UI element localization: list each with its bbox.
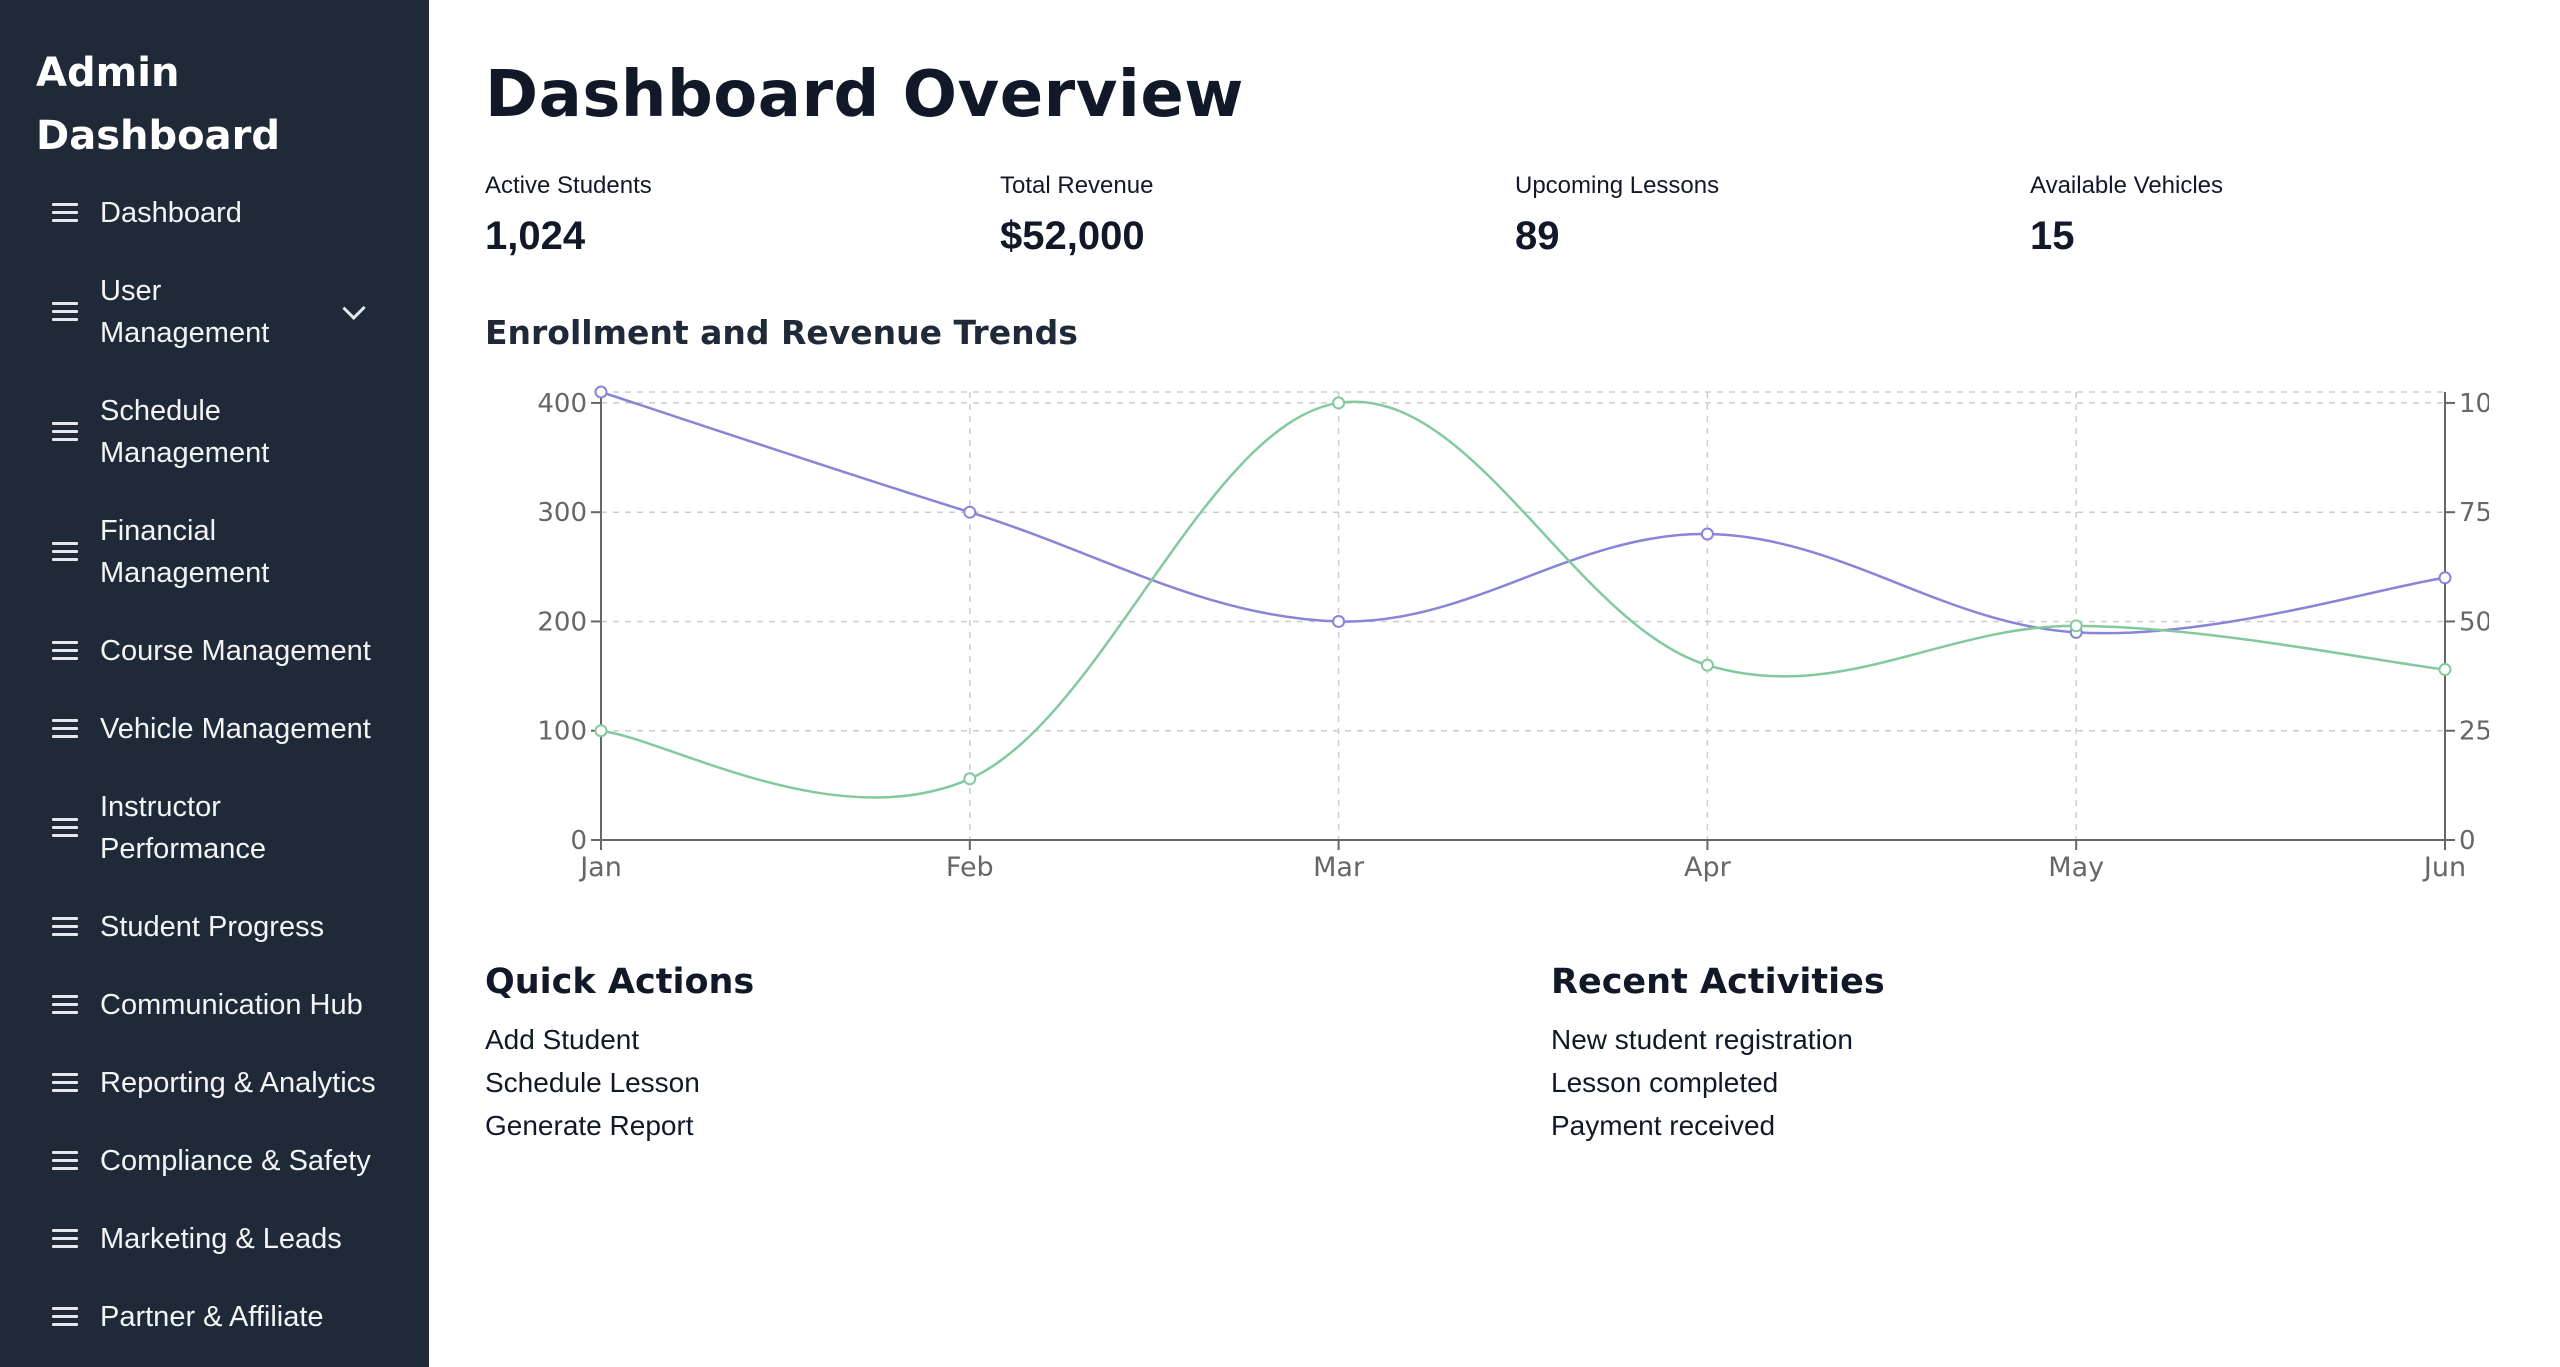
quick-actions-title: Quick Actions xyxy=(485,962,755,1002)
data-point xyxy=(2069,619,2083,633)
sidebar-item-label: Student Progress xyxy=(100,911,325,943)
sidebar-item-partner-affiliate[interactable]: Partner & Affiliate xyxy=(52,1296,392,1338)
x-tick-label: Jan xyxy=(578,852,622,883)
stat-value: $52,000 xyxy=(1000,214,1145,258)
stat-label: Active Students xyxy=(485,172,652,199)
sidebar-item-label: Vehicle Management xyxy=(100,713,371,745)
menu-icon xyxy=(52,421,78,443)
quick-action-schedule-lesson[interactable]: Schedule Lesson xyxy=(485,1061,1551,1104)
menu-icon xyxy=(52,640,78,662)
y-right-tick-label: 2500 xyxy=(2459,717,2489,747)
stat-card: Total Revenue $52,000 xyxy=(1000,172,1515,259)
sidebar-item-label: Schedule Management xyxy=(100,395,270,469)
sidebar-item-financial-management[interactable]: Financial Management xyxy=(52,510,392,594)
x-tick-label: May xyxy=(2048,852,2104,883)
stat-label: Total Revenue xyxy=(1000,172,1154,199)
sidebar-item-label: Course Management xyxy=(100,635,371,667)
recent-activities-panel: Recent Activities New student registrati… xyxy=(1551,962,2560,1147)
data-point xyxy=(1332,614,1346,628)
trend-chart-svg: 0100200300400025005000750010000JanFebMar… xyxy=(537,385,2542,883)
trend-chart: 0100200300400025005000750010000JanFebMar… xyxy=(429,372,2542,912)
x-tick-label: Jun xyxy=(2422,852,2466,883)
sidebar-item-communication-hub[interactable]: Communication Hub xyxy=(52,984,392,1026)
sidebar-item-schedule-management[interactable]: Schedule Management xyxy=(52,390,392,474)
y-left-tick-label: 200 xyxy=(537,607,587,637)
menu-icon xyxy=(52,202,78,224)
sidebar-item-instructor-performance[interactable]: Instructor Performance xyxy=(52,786,392,870)
y-right-tick-label: 5000 xyxy=(2459,607,2489,637)
activity-item: New student registration xyxy=(1551,1024,1853,1055)
menu-icon xyxy=(52,1306,78,1328)
sidebar-item-label: Partner & Affiliate xyxy=(100,1301,324,1333)
activity-item: Payment received xyxy=(1551,1110,1776,1141)
chevron-down-icon[interactable] xyxy=(342,296,366,320)
stat-value: 1,024 xyxy=(485,214,586,258)
menu-icon xyxy=(52,541,78,563)
data-point xyxy=(594,724,608,738)
sidebar-item-course-management[interactable]: Course Management xyxy=(52,630,392,672)
stat-card: Available Vehicles 15 xyxy=(2030,172,2545,259)
quick-action-generate-report[interactable]: Generate Report xyxy=(485,1104,1551,1147)
menu-icon xyxy=(52,1072,78,1094)
quick-action-add-student[interactable]: Add Student xyxy=(485,1018,1551,1061)
data-point xyxy=(2438,663,2452,677)
stat-value: 89 xyxy=(1515,214,1560,258)
stat-card: Upcoming Lessons 89 xyxy=(1515,172,2030,259)
sidebar-item-marketing-leads[interactable]: Marketing & Leads xyxy=(52,1218,392,1260)
stat-card: Active Students 1,024 xyxy=(485,172,1000,259)
menu-icon xyxy=(52,301,78,323)
data-point xyxy=(963,505,977,519)
main-content: Dashboard Overview Active Students 1,024… xyxy=(429,0,2560,1367)
sidebar-item-label: Compliance & Safety xyxy=(100,1145,371,1177)
page-title: Dashboard Overview xyxy=(485,58,1244,132)
menu-icon xyxy=(52,1150,78,1172)
sidebar: Admin Dashboard Dashboard User Management… xyxy=(0,0,429,1367)
y-left-tick-label: 400 xyxy=(537,389,587,419)
data-point xyxy=(1700,527,1714,541)
sidebar-item-label: Instructor Performance xyxy=(100,791,267,865)
data-point xyxy=(1700,658,1714,672)
y-left-tick-label: 100 xyxy=(537,717,587,747)
stat-label: Upcoming Lessons xyxy=(1515,172,1720,199)
data-point xyxy=(594,385,608,399)
sidebar-item-label: Dashboard xyxy=(100,197,242,229)
menu-icon xyxy=(52,916,78,938)
brand-title: Admin Dashboard xyxy=(36,50,280,159)
sidebar-item-label: Communication Hub xyxy=(100,989,363,1021)
sidebar-item-reporting-analytics[interactable]: Reporting & Analytics xyxy=(52,1062,392,1104)
stat-value: 15 xyxy=(2030,214,2075,258)
series-line-2 xyxy=(600,400,2446,799)
chart-title: Enrollment and Revenue Trends xyxy=(485,313,1078,352)
bottom-panels: Quick Actions Add Student Schedule Lesso… xyxy=(485,962,2560,1147)
stats-row: Active Students 1,024 Total Revenue $52,… xyxy=(485,172,2545,259)
sidebar-item-label: Financial Management xyxy=(100,515,270,589)
sidebar-item-student-progress[interactable]: Student Progress xyxy=(52,906,392,948)
recent-activities-title: Recent Activities xyxy=(1551,962,1885,1002)
menu-icon xyxy=(52,718,78,740)
sidebar-nav: Dashboard User Management Schedule Managem… xyxy=(0,192,429,1367)
data-point xyxy=(963,772,977,786)
sidebar-item-label: User Management xyxy=(100,275,270,349)
stat-label: Available Vehicles xyxy=(2030,172,2224,199)
quick-actions-panel: Quick Actions Add Student Schedule Lesso… xyxy=(485,962,1551,1147)
y-right-tick-label: 10000 xyxy=(2459,389,2489,419)
menu-icon xyxy=(52,817,78,839)
menu-icon xyxy=(52,1228,78,1250)
data-point xyxy=(2438,571,2452,585)
menu-icon xyxy=(52,994,78,1016)
x-tick-label: Mar xyxy=(1313,852,1365,883)
sidebar-item-dashboard[interactable]: Dashboard xyxy=(52,192,392,234)
y-left-tick-label: 300 xyxy=(537,498,587,528)
activity-item: Lesson completed xyxy=(1551,1067,1779,1098)
sidebar-item-vehicle-management[interactable]: Vehicle Management xyxy=(52,708,392,750)
x-tick-label: Feb xyxy=(946,852,994,883)
sidebar-item-compliance-safety[interactable]: Compliance & Safety xyxy=(52,1140,392,1182)
sidebar-item-user-management[interactable]: User Management xyxy=(52,270,392,354)
data-point xyxy=(1332,396,1346,410)
sidebar-item-label: Marketing & Leads xyxy=(100,1223,342,1255)
x-tick-label: Apr xyxy=(1684,852,1732,883)
sidebar-item-label: Reporting & Analytics xyxy=(100,1067,376,1099)
y-right-tick-label: 7500 xyxy=(2459,498,2489,528)
